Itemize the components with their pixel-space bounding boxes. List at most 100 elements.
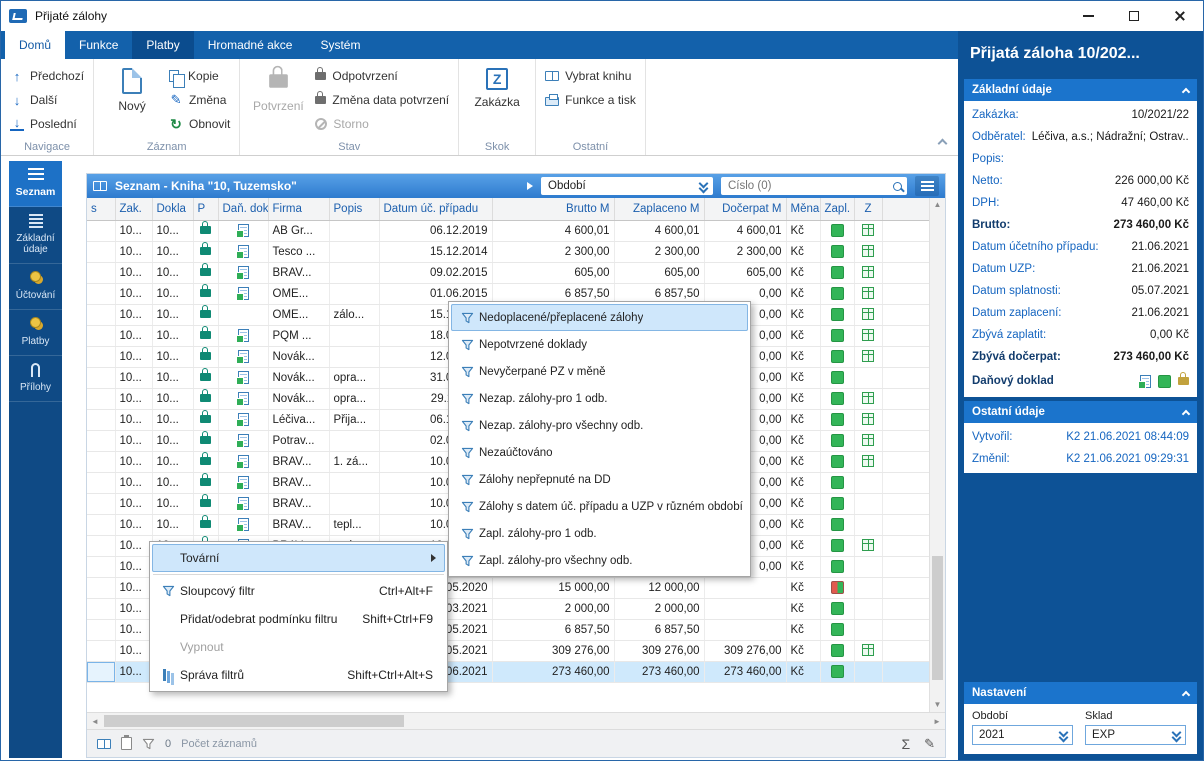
cell-firma: Potrav... (268, 430, 330, 452)
change-confirm-date-button[interactable]: Změna data potvrzení (315, 91, 449, 109)
submenu-item[interactable]: Zálohy s datem úč. případu a UZP v různé… (451, 493, 748, 520)
new-button[interactable]: Nový (103, 65, 161, 113)
filter-icon (461, 366, 473, 377)
menu-item-vypnout[interactable]: Vypnout (152, 633, 445, 661)
submenu-item[interactable]: Zapl. zálohy-pro 1 odb. (451, 520, 748, 547)
ribbon-tab[interactable]: Funkce (65, 31, 132, 59)
vertical-scroll-thumb[interactable] (932, 556, 943, 680)
column-header-p[interactable]: P (193, 198, 219, 221)
minimize-button[interactable] (1065, 1, 1111, 31)
column-header-docerpat[interactable]: Dočerpat M (704, 198, 787, 221)
stock-select[interactable]: EXP (1085, 725, 1186, 745)
cell-zakazka: 10... (115, 535, 153, 557)
change-button[interactable]: ✎ Změna (169, 91, 230, 109)
book-icon[interactable] (97, 738, 111, 749)
confirm-button[interactable]: Potvrzení (249, 65, 307, 113)
sum-icon[interactable]: Σ (901, 736, 910, 752)
submenu-item[interactable]: Zapl. zálohy-pro všechny odb. (451, 547, 748, 574)
sidebar-item-seznam[interactable]: Seznam (9, 161, 62, 207)
detail-row: Brutto: 273 460,00 Kč (972, 214, 1189, 236)
vertical-scrollbar[interactable]: ▲ ▼ (929, 198, 945, 712)
sidebar-item-prilohy[interactable]: Přílohy (9, 356, 62, 402)
horizontal-scroll-thumb[interactable] (104, 715, 404, 727)
menu-item-tovarni[interactable]: Tovární (152, 544, 445, 572)
column-header-zapl[interactable]: Zapl. (820, 198, 855, 221)
cell-paid (820, 346, 855, 368)
maximize-button[interactable] (1111, 1, 1157, 31)
submenu-item[interactable]: Nevyčerpané PZ v měně (451, 358, 748, 385)
paid-status-icon (830, 329, 844, 342)
select-book-button[interactable]: Vybrat knihu (545, 67, 636, 85)
arrow-down-bar-icon: ↓ (10, 116, 24, 131)
previous-button[interactable]: ↑ Předchozí (10, 67, 84, 85)
submenu-item[interactable]: Zálohy nepřepnuté na DD (451, 466, 748, 493)
section-header-zakladni-udaje[interactable]: Základní údaje (964, 79, 1197, 101)
unconfirm-button[interactable]: Odpotvrzení (315, 67, 449, 85)
column-header-mena[interactable]: Měna (786, 198, 821, 221)
cell-z (854, 535, 883, 557)
column-header-zaplaceno[interactable]: Zaplaceno M (614, 198, 705, 221)
submenu-item[interactable]: Nezap. zálohy-pro všechny odb. (451, 412, 748, 439)
functions-print-button[interactable]: Funkce a tisk (545, 91, 636, 109)
table-row[interactable]: 10... 10... BRAV... 09.02.2015 605,00 60… (87, 262, 931, 284)
last-button[interactable]: ↓ Poslední (10, 115, 84, 133)
menu-item-label: Tovární (180, 551, 220, 565)
table-row[interactable]: 10... 10... Tesco ... 15.12.2014 2 300,0… (87, 241, 931, 263)
filter-icon[interactable] (142, 738, 155, 750)
column-header-firma[interactable]: Firma (268, 198, 330, 221)
paid-status-icon (830, 287, 844, 300)
clipboard-icon[interactable] (121, 735, 132, 750)
ribbon-tab[interactable]: Platby (132, 31, 194, 59)
period-select[interactable]: 2021 (972, 725, 1073, 745)
menu-item-label: Vypnout (180, 640, 224, 654)
cell-z (854, 661, 883, 683)
edit-icon[interactable]: ✎ (924, 736, 935, 752)
search-input[interactable] (728, 180, 887, 192)
section-header-nastaveni[interactable]: Nastavení (964, 682, 1197, 704)
next-button[interactable]: ↓ Další (10, 91, 84, 109)
submenu-item[interactable]: Nezap. zálohy-pro 1 odb. (451, 385, 748, 412)
column-header-dan-dokl[interactable]: Daň. dokl. (218, 198, 269, 221)
submenu-item[interactable]: Nedoplacené/přeplacené zálohy (451, 304, 748, 331)
collapse-ribbon-icon[interactable] (937, 138, 948, 149)
scroll-right-icon[interactable]: ► (929, 717, 945, 726)
menu-item-pridat-odebrat-podminku[interactable]: Přidat/odebrat podmínku filtru Shift+Ctr… (152, 605, 445, 633)
cell-zakazka: 10... (115, 640, 153, 662)
sidebar-item-platby[interactable]: Platby (9, 310, 62, 356)
storno-button[interactable]: Storno (315, 115, 449, 133)
column-header-popis[interactable]: Popis (329, 198, 380, 221)
section-header-ostatni-udaje[interactable]: Ostatní údaje (964, 401, 1197, 423)
search-box[interactable] (721, 177, 907, 195)
scroll-down-icon[interactable]: ▼ (930, 698, 945, 712)
ribbon-tab[interactable]: Hromadné akce (194, 31, 307, 59)
cell-filler (882, 640, 931, 662)
menu-item-sloupcovy-filtr[interactable]: Sloupcový filtr Ctrl+Alt+F (152, 577, 445, 605)
sidebar-item-zakladni-udaje[interactable]: Základní údaje (9, 207, 62, 264)
coin-icon (30, 317, 41, 328)
horizontal-scrollbar[interactable]: ◄ ► (87, 712, 945, 729)
expand-arrow-icon[interactable] (527, 182, 533, 190)
column-header-s[interactable]: s (87, 198, 116, 221)
zakazka-button[interactable]: Z Zakázka (468, 65, 526, 109)
column-header-zakazka[interactable]: Zak. (115, 198, 153, 221)
column-header-datum[interactable]: Datum úč. případu (379, 198, 493, 221)
cell-doklad: 10... (152, 262, 194, 284)
ribbon-tab[interactable]: Systém (306, 31, 374, 59)
submenu-item[interactable]: Nepotvrzené doklady (451, 331, 748, 358)
copy-button[interactable]: Kopie (169, 67, 230, 88)
column-header-doklad[interactable]: Dokla (152, 198, 194, 221)
cell-firma: Tesco ... (268, 241, 330, 263)
column-header-brutto[interactable]: Brutto M (492, 198, 615, 221)
ribbon-tab[interactable]: Domů (5, 31, 66, 59)
close-button[interactable] (1157, 1, 1203, 31)
sidebar-item-uctovani[interactable]: Účtování (9, 264, 62, 310)
column-header-z[interactable]: Z (854, 198, 883, 221)
scroll-up-icon[interactable]: ▲ (930, 198, 945, 212)
grid-menu-button[interactable] (915, 176, 939, 196)
table-row[interactable]: 10... 10... AB Gr... 06.12.2019 4 600,01… (87, 220, 931, 242)
refresh-button[interactable]: ↻ Obnovit (169, 115, 230, 133)
period-filter[interactable]: Období (541, 177, 713, 195)
scroll-left-icon[interactable]: ◄ (87, 717, 103, 726)
menu-item-sprava-filtru[interactable]: Správa filtrů Shift+Ctrl+Alt+S (152, 661, 445, 689)
submenu-item[interactable]: Nezaúčtováno (451, 439, 748, 466)
